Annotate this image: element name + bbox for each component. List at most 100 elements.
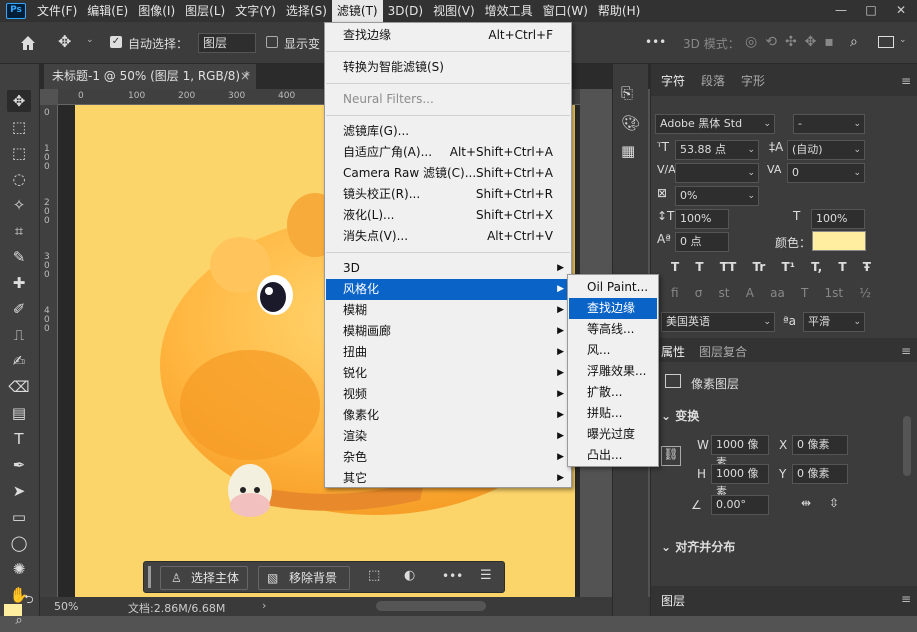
menu-item[interactable]: 增效工具 [480,0,538,22]
select-subject-button[interactable]: ♙ 选择主体 [160,566,248,590]
chevron-down-icon[interactable]: ⌄ [86,35,94,45]
all-caps-button[interactable]: TT [720,260,737,278]
leading-field[interactable]: (自动) ⌄ [787,140,865,160]
swatches-grid-icon[interactable]: ▦ [621,142,635,160]
pen-tool-icon[interactable]: ✒ [7,454,31,476]
kerning-field[interactable]: ⌄ [675,163,759,183]
baseline-shift-field[interactable]: 0 点 [675,232,729,252]
menu-item[interactable]: 3D(D) [383,0,428,22]
filter-menu-item[interactable]: 转换为智能滤镜(S) [326,57,570,78]
faux-italic-button[interactable]: T [695,260,703,278]
angle-field[interactable]: 0.00° [711,495,769,515]
home-icon[interactable] [18,33,38,53]
tab-glyphs[interactable]: 字形 [741,72,765,89]
horizontal-scale-field[interactable]: 100% [811,209,865,229]
history-icon[interactable]: ⎘ [621,84,633,102]
font-family-dropdown[interactable]: Adobe 黑体 Std ⌄ [655,114,775,134]
antialias-dropdown[interactable]: 平滑 ⌄ [803,312,865,332]
transform-icon[interactable]: ⬚ [368,568,380,583]
swash-button[interactable]: A [746,286,754,304]
close-window-button[interactable]: ✕ [886,0,916,22]
tab-properties[interactable]: 属性 [661,343,685,360]
filter-menu-item[interactable]: 其它 ▶ [326,468,570,489]
stylize-menu-item[interactable]: 扩散... [569,382,657,403]
menu-item[interactable]: 帮助(H) [593,0,645,22]
tracking-field[interactable]: 0 ⌄ [787,163,865,183]
panel-menu-icon[interactable]: ≡ [901,344,911,358]
magic-wand-icon[interactable]: ✧ [7,194,31,216]
menu-item[interactable]: 窗口(W) [538,0,593,22]
superscript-button[interactable]: T¹ [782,260,795,278]
marquee-tool-icon[interactable]: ⬚ [7,142,31,164]
lasso-tool-icon[interactable]: ◌ [7,168,31,190]
ornaments-button[interactable]: T [801,286,808,304]
filter-menu-item[interactable]: 查找边缘 Alt+Ctrl+F [326,25,570,46]
drag-handle[interactable] [148,566,151,588]
foreground-color-swatch[interactable] [4,604,22,616]
small-caps-button[interactable]: Tr [753,260,766,278]
font-size-field[interactable]: 53.88 点 ⌄ [675,140,759,160]
move-tool-icon[interactable]: ✥ [7,90,31,112]
menu-item[interactable]: 文字(Y) [230,0,281,22]
stylize-menu-item[interactable]: 风... [569,340,657,361]
brush-tool-icon[interactable]: ✐ [7,298,31,320]
rectangle-tool-icon[interactable]: ▭ [7,506,31,528]
mask-icon[interactable]: ◐ [404,568,415,583]
filter-menu-item[interactable]: 杂色 ▶ [326,447,570,468]
gradient-tool-icon[interactable]: ▤ [7,402,31,424]
filter-menu-item[interactable]: 视频 ▶ [326,384,570,405]
stylize-menu-item[interactable]: 查找边缘 [569,298,657,319]
close-tab-icon[interactable]: × [240,64,250,89]
height-field[interactable]: 1000 像素 [711,464,769,498]
link-icon[interactable]: ⛓ [661,446,681,466]
menu-item[interactable]: 图像(I) [133,0,180,22]
stylize-menu-item[interactable]: 浮雕效果... [569,361,657,382]
tsume-field[interactable]: 0% ⌄ [675,186,759,206]
strikethrough-button[interactable]: Ŧ [863,260,871,278]
filter-menu-item[interactable]: Camera Raw 滤镜(C)... Shift+Ctrl+A [326,163,570,184]
filter-menu-item[interactable]: 自适应广角(A)... Alt+Shift+Ctrl+A [326,142,570,163]
settings-sliders-icon[interactable]: ☰ [480,568,492,583]
clone-stamp-icon[interactable]: ⎍ [7,324,31,346]
history-brush-icon[interactable]: ✍ [7,350,31,372]
move-icon[interactable]: ✥ [58,32,71,51]
more-icon[interactable]: ••• [442,569,463,583]
auto-select-checkbox[interactable]: ✓ [110,36,122,48]
menu-item[interactable]: 滤镜(T) [331,0,383,22]
ligature-button[interactable]: fi [671,286,679,304]
tab-character[interactable]: 字符 [661,72,685,89]
filter-menu-item[interactable]: 像素化 ▶ [326,405,570,426]
minimize-button[interactable]: — [826,0,856,22]
custom-shape-icon[interactable]: ✺ [7,558,31,580]
x-field[interactable]: 0 像素 [792,435,848,455]
tab-layer-comps[interactable]: 图层复合 [699,343,747,360]
width-field[interactable]: 1000 像素 [711,435,769,469]
tab-paragraph[interactable]: 段落 [701,72,725,89]
auto-select-dropdown[interactable]: 图层 [198,33,256,53]
menu-item[interactable]: 文件(F) [32,0,82,22]
type-tool-icon[interactable]: T [7,428,31,450]
faux-bold-button[interactable]: T [671,260,679,278]
artboard-tool-icon[interactable]: ⬚ [7,116,31,138]
ellipse-tool-icon[interactable]: ◯ [7,532,31,554]
menu-item[interactable]: 图层(L) [180,0,230,22]
fractions-button[interactable]: ½ [859,286,871,304]
menu-item[interactable]: 选择(S) [281,0,332,22]
filter-menu-item[interactable]: 模糊 ▶ [326,300,570,321]
language-dropdown[interactable]: 美国英语 ⌄ [661,312,775,332]
maximize-button[interactable]: □ [856,0,886,22]
filter-menu-item[interactable]: 3D ▶ [326,258,570,279]
stylize-menu-item[interactable]: 等高线... [569,319,657,340]
zoom-level[interactable]: 50% [54,600,78,613]
more-options-icon[interactable]: ••• [645,35,666,49]
text-color-swatch[interactable] [812,231,866,251]
horizontal-scrollbar[interactable] [376,601,486,611]
healing-brush-icon[interactable]: ✚ [7,272,31,294]
show-transform-checkbox[interactable] [266,36,278,48]
menu-item[interactable]: 视图(V) [428,0,480,22]
ordinals-button[interactable]: 1st [825,286,844,304]
path-selection-icon[interactable]: ➤ [7,480,31,502]
flip-horizontal-icon[interactable]: ⇹ [801,496,811,510]
stylize-menu-item[interactable]: 凸出... [569,445,657,466]
alt-ligature-button[interactable]: σ [695,286,703,304]
